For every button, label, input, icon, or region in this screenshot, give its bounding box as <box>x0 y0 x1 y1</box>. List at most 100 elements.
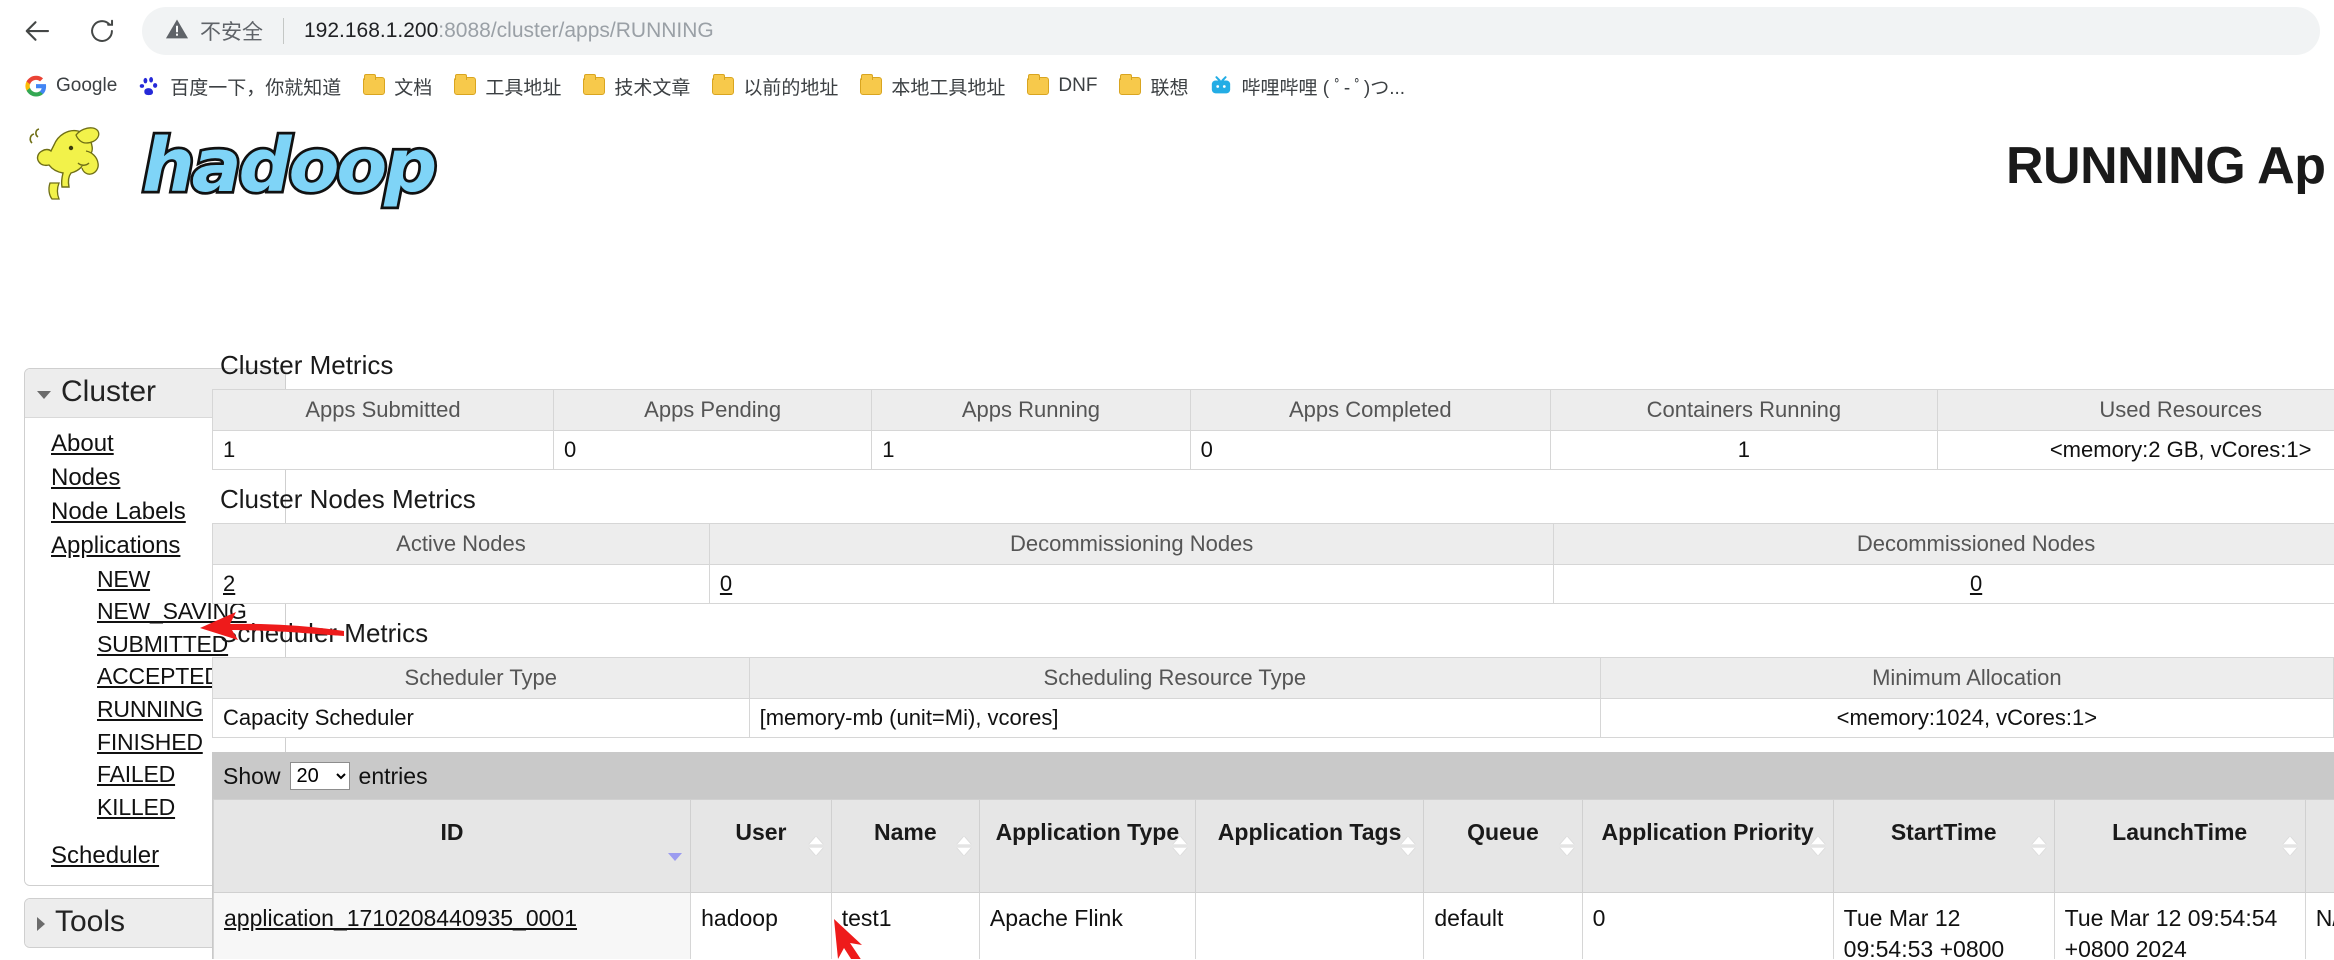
warning-triangle-icon <box>164 16 190 47</box>
col-decommissioning-nodes: Decommissioning Nodes <box>708 523 1555 565</box>
col-header-id[interactable]: ID <box>212 798 692 894</box>
col-label: LaunchTime <box>2112 819 2248 845</box>
reload-button[interactable] <box>78 7 126 55</box>
val-apps-completed: 0 <box>1189 430 1552 470</box>
applications-table-wrapper: Show 20 50 100 entries ID User <box>212 752 2334 959</box>
google-g-icon <box>25 75 47 97</box>
col-header-finish-time[interactable]: FinishTime <box>2304 798 2334 894</box>
hadoop-resourcemanager-page: hadoop RUNNING Ap Cluster About Nodes No… <box>0 110 2334 959</box>
sort-indicator-icon <box>1559 836 1574 856</box>
table-row[interactable]: application_1710208440935_0001 hadoop te… <box>212 892 2334 959</box>
bookmark-tool-address[interactable]: 工具地址 <box>445 68 570 105</box>
val-apps-running: 1 <box>871 430 1191 470</box>
bookmark-label: 本地工具地址 <box>891 77 1006 99</box>
val-active-nodes[interactable]: 2 <box>223 571 235 596</box>
col-label: Application Priority <box>1601 819 1814 845</box>
val-decommissioning-nodes[interactable]: 0 <box>720 571 732 596</box>
col-used-resources: Used Resources <box>1936 389 2334 431</box>
bookmark-wendang[interactable]: 文档 <box>354 68 441 105</box>
bookmark-local-tool-address[interactable]: 本地工具地址 <box>851 68 1014 105</box>
bookmark-lenovo[interactable]: 联想 <box>1110 68 1197 105</box>
val-scheduler-type: Capacity Scheduler <box>212 698 750 738</box>
val-decommissioned-nodes[interactable]: 0 <box>1970 571 1982 596</box>
col-label: StartTime <box>1890 819 1997 845</box>
hadoop-logo[interactable]: hadoop <box>14 115 476 211</box>
security-label: 不安全 <box>200 21 263 44</box>
sort-indicator-icon <box>1172 836 1187 856</box>
cell-name: test1 <box>830 892 980 959</box>
cluster-panel-title: Cluster <box>61 375 157 408</box>
sort-indicator-icon <box>2282 836 2297 856</box>
col-header-application-type[interactable]: Application Type <box>978 798 1196 894</box>
bookmark-label: 技术文章 <box>614 77 691 99</box>
col-header-launch-time[interactable]: LaunchTime <box>2053 798 2306 894</box>
folder-icon <box>363 73 386 95</box>
back-button[interactable] <box>14 7 62 55</box>
cluster-nodes-metrics-title: Cluster Nodes Metrics <box>220 484 476 514</box>
bilibili-icon <box>1210 75 1232 97</box>
bookmark-label: DNF <box>1058 75 1098 96</box>
val-apps-pending: 0 <box>553 430 873 470</box>
cell-user: hadoop <box>690 892 832 959</box>
page-header: hadoop RUNNING Ap <box>0 110 2334 215</box>
bookmark-baidu[interactable]: 百度一下，你就知道 <box>130 68 350 105</box>
bookmarks-bar: Google 百度一下，你就知道 文档 工具地址 技术文章 以前的地址 本地工具… <box>0 62 2334 110</box>
omnibox-divider <box>283 18 284 44</box>
site-security-chip[interactable]: 不安全 <box>164 16 263 47</box>
applications-table: ID User Name Application Type Applicatio… <box>212 798 2334 959</box>
val-minimum-allocation: <memory:1024, vCores:1> <box>1600 698 2334 738</box>
sort-indicator-icon <box>668 853 683 862</box>
table-row: 1 0 1 0 1 <memory:2 GB, vCores:1> <box>211 430 2334 470</box>
address-bar[interactable]: 不安全 192.168.1.200:8088/cluster/apps/RUNN… <box>142 7 2320 55</box>
col-header-queue[interactable]: Queue <box>1423 798 1583 894</box>
url-host: 192.168.1.200 <box>304 19 439 42</box>
bookmark-google[interactable]: Google <box>16 70 126 102</box>
cell-queue: default <box>1423 892 1583 959</box>
col-apps-completed: Apps Completed <box>1189 389 1552 431</box>
cell-application-priority: 0 <box>1581 892 1834 959</box>
cell-launch-time: Tue Mar 12 09:54:54 +0800 2024 <box>2053 892 2306 959</box>
tools-panel-title: Tools <box>55 905 126 939</box>
col-label: Application Tags <box>1217 819 1402 845</box>
applications-header-row: ID User Name Application Type Applicatio… <box>212 798 2334 894</box>
col-scheduling-resource-type: Scheduling Resource Type <box>748 657 1602 699</box>
bookmark-label: 文档 <box>394 77 433 99</box>
cluster-nodes-metrics-table: Active Nodes Decommissioning Nodes Decom… <box>212 523 2334 604</box>
col-header-user[interactable]: User <box>690 798 832 894</box>
bookmark-label: 以前的地址 <box>743 77 839 99</box>
cell-start-time: Tue Mar 12 09:54:53 +0800 2024 <box>1832 892 2055 959</box>
sort-indicator-icon <box>1810 836 1825 856</box>
page-title: RUNNING Ap <box>2006 137 2326 195</box>
col-header-application-tags[interactable]: Application Tags <box>1194 798 1425 894</box>
col-apps-pending: Apps Pending <box>553 389 873 431</box>
chevron-right-icon <box>37 916 45 931</box>
folder-icon <box>1027 73 1050 95</box>
sort-indicator-icon <box>2031 836 2046 856</box>
chevron-down-icon <box>37 390 51 399</box>
cell-finish-time: N/A <box>2304 892 2334 959</box>
sort-indicator-icon <box>808 836 823 856</box>
col-minimum-allocation: Minimum Allocation <box>1600 657 2334 699</box>
bookmark-bilibili[interactable]: 哔哩哔哩 ( ﾟ- ﾟ)つ... <box>1201 68 1414 105</box>
bookmark-tech-articles[interactable]: 技术文章 <box>574 68 699 105</box>
table-row: Capacity Scheduler [memory-mb (unit=Mi),… <box>212 698 2334 738</box>
back-arrow-icon <box>23 16 53 46</box>
table-row: 2 0 0 0 <box>212 564 2334 604</box>
folder-icon <box>583 73 606 95</box>
cell-application-type: Apache Flink <box>978 892 1196 959</box>
bookmark-label: 工具地址 <box>485 77 562 99</box>
col-header-start-time[interactable]: StartTime <box>1832 798 2055 894</box>
col-label: ID <box>440 819 464 845</box>
col-label: Name <box>873 819 937 845</box>
bookmark-previous-address[interactable]: 以前的地址 <box>703 68 847 105</box>
bookmark-dnf[interactable]: DNF <box>1018 70 1106 102</box>
col-header-name[interactable]: Name <box>830 798 980 894</box>
scheduler-metrics-title: Scheduler Metrics <box>220 618 429 648</box>
col-decommissioned-nodes: Decommissioned Nodes <box>1553 523 2334 565</box>
application-id-link[interactable]: application_1710208440935_0001 <box>224 905 577 931</box>
col-header-application-priority[interactable]: Application Priority <box>1581 798 1834 894</box>
folder-icon <box>712 73 735 95</box>
entries-per-page-select[interactable]: 20 50 100 <box>289 762 350 790</box>
sort-indicator-icon <box>956 836 971 856</box>
show-label: Show <box>223 762 281 789</box>
